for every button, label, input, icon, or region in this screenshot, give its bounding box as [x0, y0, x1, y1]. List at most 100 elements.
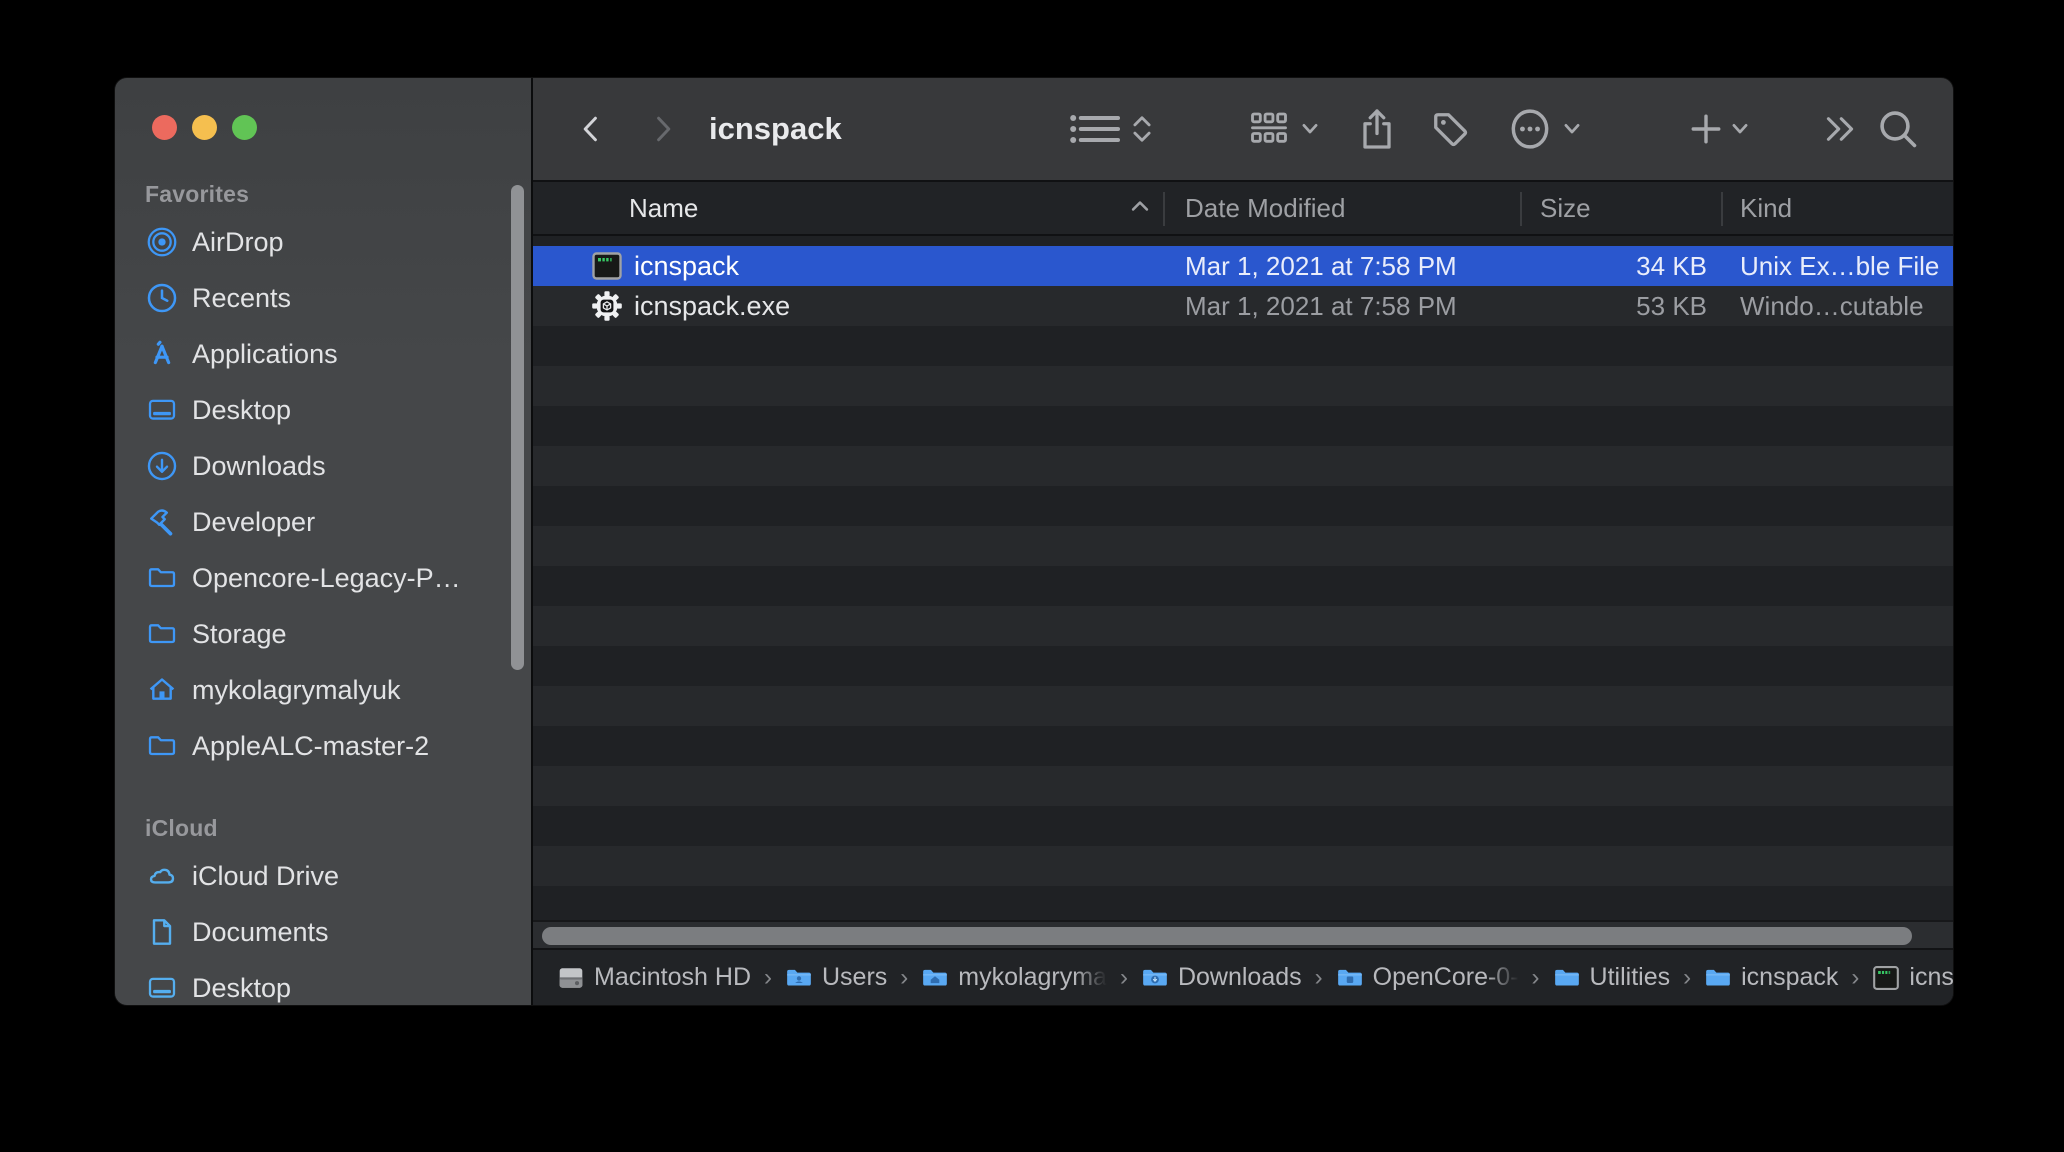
path-segment-icnspack-folder[interactable]: icnspack	[1704, 963, 1838, 992]
folder-download-icon	[1141, 964, 1169, 992]
sidebar-item-downloads[interactable]: Downloads	[115, 438, 531, 494]
tag-button[interactable]	[1426, 78, 1474, 180]
sort-ascending-icon	[1131, 201, 1149, 211]
column-header-name[interactable]: Name	[629, 182, 698, 234]
share-icon	[1363, 109, 1391, 149]
path-bar: Macintosh HD › Users › mykolagryma › Dow…	[533, 948, 1953, 1005]
path-separator: ›	[1314, 963, 1323, 991]
sidebar-item-applications[interactable]: Applications	[115, 326, 531, 382]
plus-icon	[1691, 114, 1721, 144]
path-segment-macintosh-hd[interactable]: Macintosh HD	[557, 963, 751, 992]
path-separator: ›	[1683, 963, 1692, 991]
view-mode-button[interactable]	[1069, 78, 1123, 180]
file-kind: Windo…cutable	[1740, 291, 1924, 321]
file-name: icnspack.exe	[634, 291, 791, 321]
view-mode-stepper[interactable]	[1125, 78, 1159, 180]
column-divider[interactable]	[1721, 192, 1723, 226]
tag-icon	[1434, 113, 1468, 147]
sidebar-item-icloud-drive[interactable]: iCloud Drive	[115, 848, 531, 904]
share-button[interactable]	[1353, 78, 1401, 180]
hammer-icon	[145, 505, 179, 539]
unix-executable-icon	[591, 250, 623, 282]
sidebar-item-storage[interactable]: Storage	[115, 606, 531, 662]
sidebar-item-desktop[interactable]: Desktop	[115, 382, 531, 438]
path-segment-label: Utilities	[1589, 963, 1671, 991]
horizontal-scrollbar-track	[533, 920, 1953, 948]
sidebar-item-recents[interactable]: Recents	[115, 270, 531, 326]
sidebar-item-developer[interactable]: Developer	[115, 494, 531, 550]
close-button[interactable]	[152, 115, 177, 140]
sidebar-item-home[interactable]: mykolagrymalyuk	[115, 662, 531, 718]
column-header-size[interactable]: Size	[1540, 182, 1591, 234]
sidebar-item-label: iCloud Drive	[192, 860, 340, 891]
list-top-gap	[533, 236, 1953, 246]
file-name: icnspack	[634, 251, 740, 281]
document-icon	[145, 915, 179, 949]
column-header-date-modified[interactable]: Date Modified	[1185, 182, 1345, 234]
forward-button[interactable]	[641, 78, 683, 180]
column-header-kind[interactable]: Kind	[1740, 182, 1792, 234]
sidebar-item-label: Opencore-Legacy-P…	[192, 562, 461, 593]
column-divider[interactable]	[1163, 192, 1165, 226]
add-button[interactable]	[1685, 78, 1727, 180]
folder-icon	[785, 964, 813, 992]
sidebar-item-airdrop[interactable]: AirDrop	[115, 214, 531, 270]
folder-icon	[145, 729, 179, 763]
file-row-icnspack-exe[interactable]: icnspack.exe Mar 1, 2021 at 7:58 PM 53 K…	[533, 286, 1953, 326]
search-button[interactable]	[1873, 78, 1923, 180]
path-separator: ›	[1851, 963, 1860, 991]
sidebar-item-label: Recents	[192, 282, 292, 313]
hard-drive-icon	[557, 964, 585, 992]
more-button[interactable]	[1505, 78, 1555, 180]
path-segment-icnspack-file[interactable]: icnspack	[1872, 963, 1953, 992]
path-segment-label: OpenCore-0-	[1372, 963, 1519, 991]
zoom-button[interactable]	[232, 115, 257, 140]
path-segment-opencore[interactable]: OpenCore-0-	[1336, 963, 1519, 992]
path-segment-label: Downloads	[1177, 963, 1302, 991]
path-segment-utilities[interactable]: Utilities	[1553, 963, 1671, 992]
sidebar-item-label: AirDrop	[192, 226, 284, 257]
finder-window: Favorites AirDrop Recents Applications D…	[115, 78, 1953, 1005]
path-separator: ›	[764, 963, 772, 991]
chevron-left-icon	[583, 116, 597, 142]
path-segment-downloads[interactable]: Downloads	[1141, 963, 1302, 992]
file-kind: Unix Ex…ble File	[1740, 251, 1940, 281]
sidebar-item-applealc[interactable]: AppleALC-master-2	[115, 718, 531, 774]
desktop-icon	[145, 393, 179, 427]
sidebar-item-label: Desktop	[192, 394, 292, 425]
sidebar-section-favorites: Favorites	[145, 181, 250, 207]
path-segment-user-home[interactable]: mykolagryma	[921, 963, 1107, 992]
sidebar-item-documents[interactable]: Documents	[115, 904, 531, 960]
desktop-icon	[145, 971, 179, 1005]
toolbar-overflow-button[interactable]	[1817, 78, 1863, 180]
file-row-icnspack[interactable]: icnspack Mar 1, 2021 at 7:58 PM 34 KB Un…	[533, 246, 1953, 286]
file-list: icnspack Mar 1, 2021 at 7:58 PM 34 KB Un…	[533, 246, 1953, 920]
path-separator: ›	[900, 963, 909, 991]
sidebar-section-icloud: iCloud	[145, 815, 218, 841]
file-size: 34 KB	[1636, 251, 1707, 281]
minimize-button[interactable]	[192, 115, 217, 140]
sidebar-item-label: AppleALC-master-2	[192, 730, 430, 761]
sidebar-scrollbar[interactable]	[511, 185, 524, 670]
more-dropdown[interactable]	[1557, 78, 1587, 180]
window-title: icnspack	[709, 111, 842, 146]
path-segment-users[interactable]: Users	[785, 963, 887, 992]
add-dropdown[interactable]	[1725, 78, 1755, 180]
horizontal-scrollbar-thumb[interactable]	[542, 927, 1912, 945]
ellipsis-circle-icon	[1511, 109, 1549, 149]
folder-icon	[1336, 964, 1364, 992]
sidebar-item-label: Storage	[192, 618, 287, 649]
airdrop-icon	[145, 225, 179, 259]
sidebar-item-desktop-icloud[interactable]: Desktop	[115, 960, 531, 1005]
group-button[interactable]	[1245, 78, 1293, 180]
column-divider[interactable]	[1520, 192, 1522, 226]
back-button[interactable]	[571, 78, 613, 180]
search-icon	[1880, 111, 1917, 148]
recents-icon	[145, 281, 179, 315]
path-separator: ›	[1531, 963, 1540, 991]
path-segment-label: mykolagryma	[958, 963, 1107, 991]
path-separator: ›	[1119, 963, 1128, 991]
group-dropdown[interactable]	[1295, 78, 1325, 180]
sidebar-item-label: Downloads	[192, 450, 326, 481]
sidebar-item-opencore-legacy[interactable]: Opencore-Legacy-P…	[115, 550, 531, 606]
